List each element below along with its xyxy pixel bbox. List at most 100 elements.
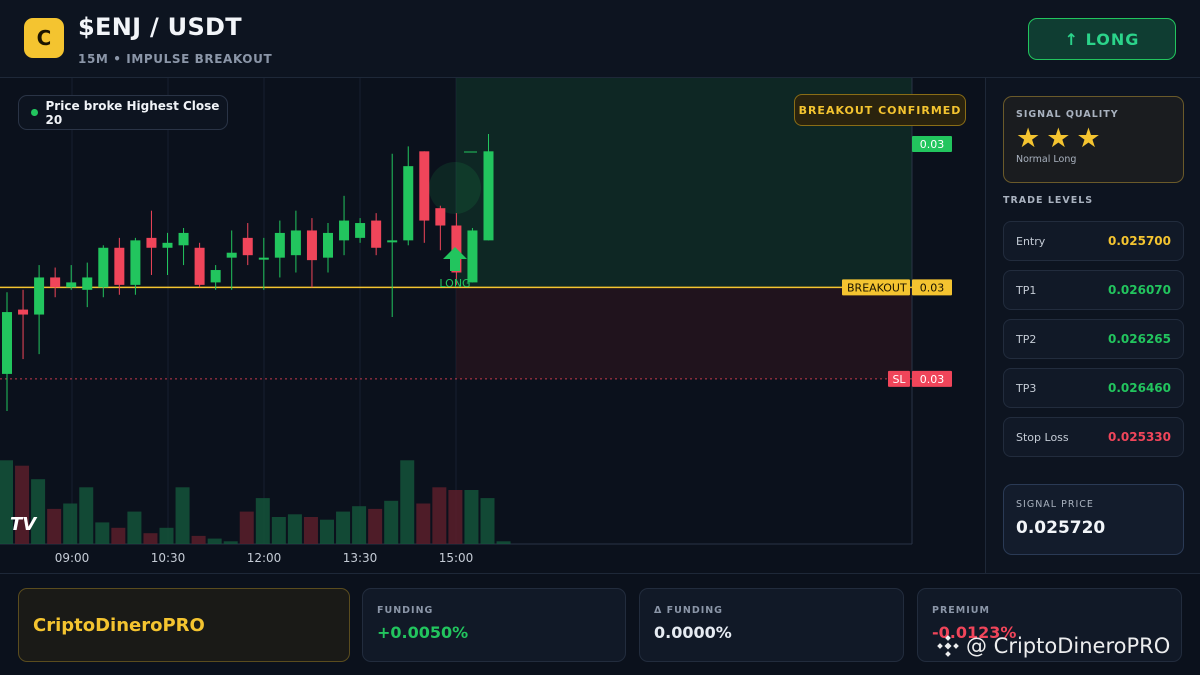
candle-body [50, 277, 61, 288]
candle-body [162, 242, 173, 248]
signal-price-label: SIGNAL PRICE [1016, 499, 1094, 510]
signal-quality-label: Normal Long [1016, 154, 1077, 165]
candle-body [210, 270, 221, 283]
candle-body [34, 277, 45, 315]
volume-bar [384, 500, 399, 544]
candle-body [435, 208, 446, 226]
volume-bar [47, 508, 62, 544]
status-dot-icon [31, 109, 38, 116]
price-chart[interactable]: LONG 0.03 BREAKOUT 0.03 SL 0.03 09:00 10:30 12:0… [0, 78, 985, 573]
signal-glow [429, 162, 481, 214]
level-label: TP2 [1016, 332, 1037, 346]
level-row-tp2: TP2 0.026265 [1003, 319, 1184, 359]
candle-body [323, 232, 333, 258]
signal-quality-card: SIGNAL QUALITY ★★★ Normal Long [1003, 96, 1184, 183]
level-label: TP1 [1016, 283, 1037, 297]
stat-value: +0.0050% [377, 623, 469, 642]
level-value: 0.026070 [1107, 283, 1171, 297]
volume-bar [79, 487, 94, 544]
volume-bar [480, 498, 495, 544]
level-row-entry: Entry 0.025700 [1003, 221, 1184, 261]
candle-body [82, 277, 93, 290]
volume-bar [191, 535, 206, 544]
signal-info-text: Price broke Highest Close 20 [45, 98, 220, 127]
header: C $ENJ / USDT 15M • IMPULSE BREAKOUT ↑ L… [0, 0, 1200, 78]
long-signal-label: LONG [439, 277, 470, 290]
candle-body [419, 151, 430, 221]
candle-body [483, 151, 494, 241]
volume-bar [496, 541, 511, 544]
level-row-tp3: TP3 0.026460 [1003, 368, 1184, 408]
candle-body [18, 309, 29, 315]
volume-bar [127, 511, 142, 544]
level-row-stop-loss: Stop Loss 0.025330 [1003, 417, 1184, 457]
sl-price-tag: 0.03 [920, 373, 945, 386]
time-axis-label: 13:30 [343, 551, 378, 565]
sidebar: SIGNAL QUALITY ★★★ Normal Long TRADE LEV… [985, 78, 1200, 573]
volume-bar [320, 519, 334, 544]
price-tag-top: 0.03 [920, 138, 945, 151]
volume-bar [63, 503, 78, 544]
chart-area[interactable]: LONG 0.03 BREAKOUT 0.03 SL 0.03 09:00 10:30 12:0… [0, 78, 985, 573]
volume-bar [159, 527, 174, 544]
volume-bar [255, 498, 270, 544]
candle-body [242, 237, 253, 256]
footer: CriptoDineroPRO FUNDING +0.0050% Δ FUNDI… [0, 573, 1200, 675]
quality-stars-icon: ★★★ [1016, 123, 1107, 154]
stat-label: FUNDING [377, 605, 434, 616]
watermark-text: @ CriptoDineroPRO [966, 634, 1171, 658]
candle-body [98, 247, 109, 288]
candle-body [226, 252, 237, 258]
brand-logo: C [24, 18, 64, 58]
level-value: 0.025330 [1107, 430, 1171, 444]
level-value: 0.026460 [1107, 381, 1171, 395]
volume-bar [448, 490, 463, 544]
candle-body [178, 232, 189, 246]
candle-body [339, 220, 350, 241]
time-axis-label: 12:00 [247, 551, 282, 565]
candle-body [194, 247, 205, 285]
level-value: 0.026265 [1107, 332, 1171, 346]
long-button[interactable]: ↑ LONG [1028, 18, 1176, 60]
brand-card: CriptoDineroPRO [18, 588, 350, 662]
watermark: @ CriptoDineroPRO [936, 634, 1170, 658]
funding-card: FUNDING +0.0050% [362, 588, 626, 662]
candle-body [467, 230, 478, 283]
signal-price-card: SIGNAL PRICE 0.025720 [1003, 484, 1184, 555]
volume-bar [95, 522, 110, 544]
volume-bar [400, 460, 415, 544]
candle-body [146, 237, 157, 248]
volume-bar [111, 527, 126, 544]
candle-body [258, 257, 269, 260]
page-title: $ENJ / USDT [78, 13, 242, 41]
volume-bar [271, 517, 286, 544]
level-value: 0.025700 [1107, 234, 1171, 248]
breakout-confirmed-badge: BREAKOUT CONFIRMED [794, 94, 966, 126]
breakout-price-tag: 0.03 [920, 281, 945, 294]
risk-zone [456, 287, 912, 379]
candle-body [403, 166, 414, 241]
volume-bar [368, 508, 383, 544]
volume-bar [143, 533, 158, 544]
volume-bar [432, 487, 447, 544]
candle-body [2, 312, 12, 374]
candle-body [387, 240, 398, 243]
volume-bar [352, 506, 367, 544]
candle-body [66, 282, 77, 288]
volume-bar [207, 538, 222, 544]
time-axis-label: 10:30 [151, 551, 186, 565]
volume-bar [416, 503, 431, 544]
signal-info-pill: Price broke Highest Close 20 [18, 95, 228, 130]
level-label: Stop Loss [1016, 430, 1069, 444]
level-label: Entry [1016, 234, 1046, 248]
signal-quality-title: SIGNAL QUALITY [1016, 109, 1119, 120]
stat-value: 0.0000% [654, 623, 732, 642]
candle-body [274, 232, 285, 258]
candle-body [355, 223, 366, 238]
trade-levels-title: TRADE LEVELS [1003, 195, 1094, 206]
binance-icon [937, 635, 959, 657]
sl-tag: SL [892, 373, 906, 386]
page-subtitle: 15M • IMPULSE BREAKOUT [78, 52, 273, 66]
volume-bar [175, 487, 190, 544]
time-axis-label: 15:00 [439, 551, 474, 565]
